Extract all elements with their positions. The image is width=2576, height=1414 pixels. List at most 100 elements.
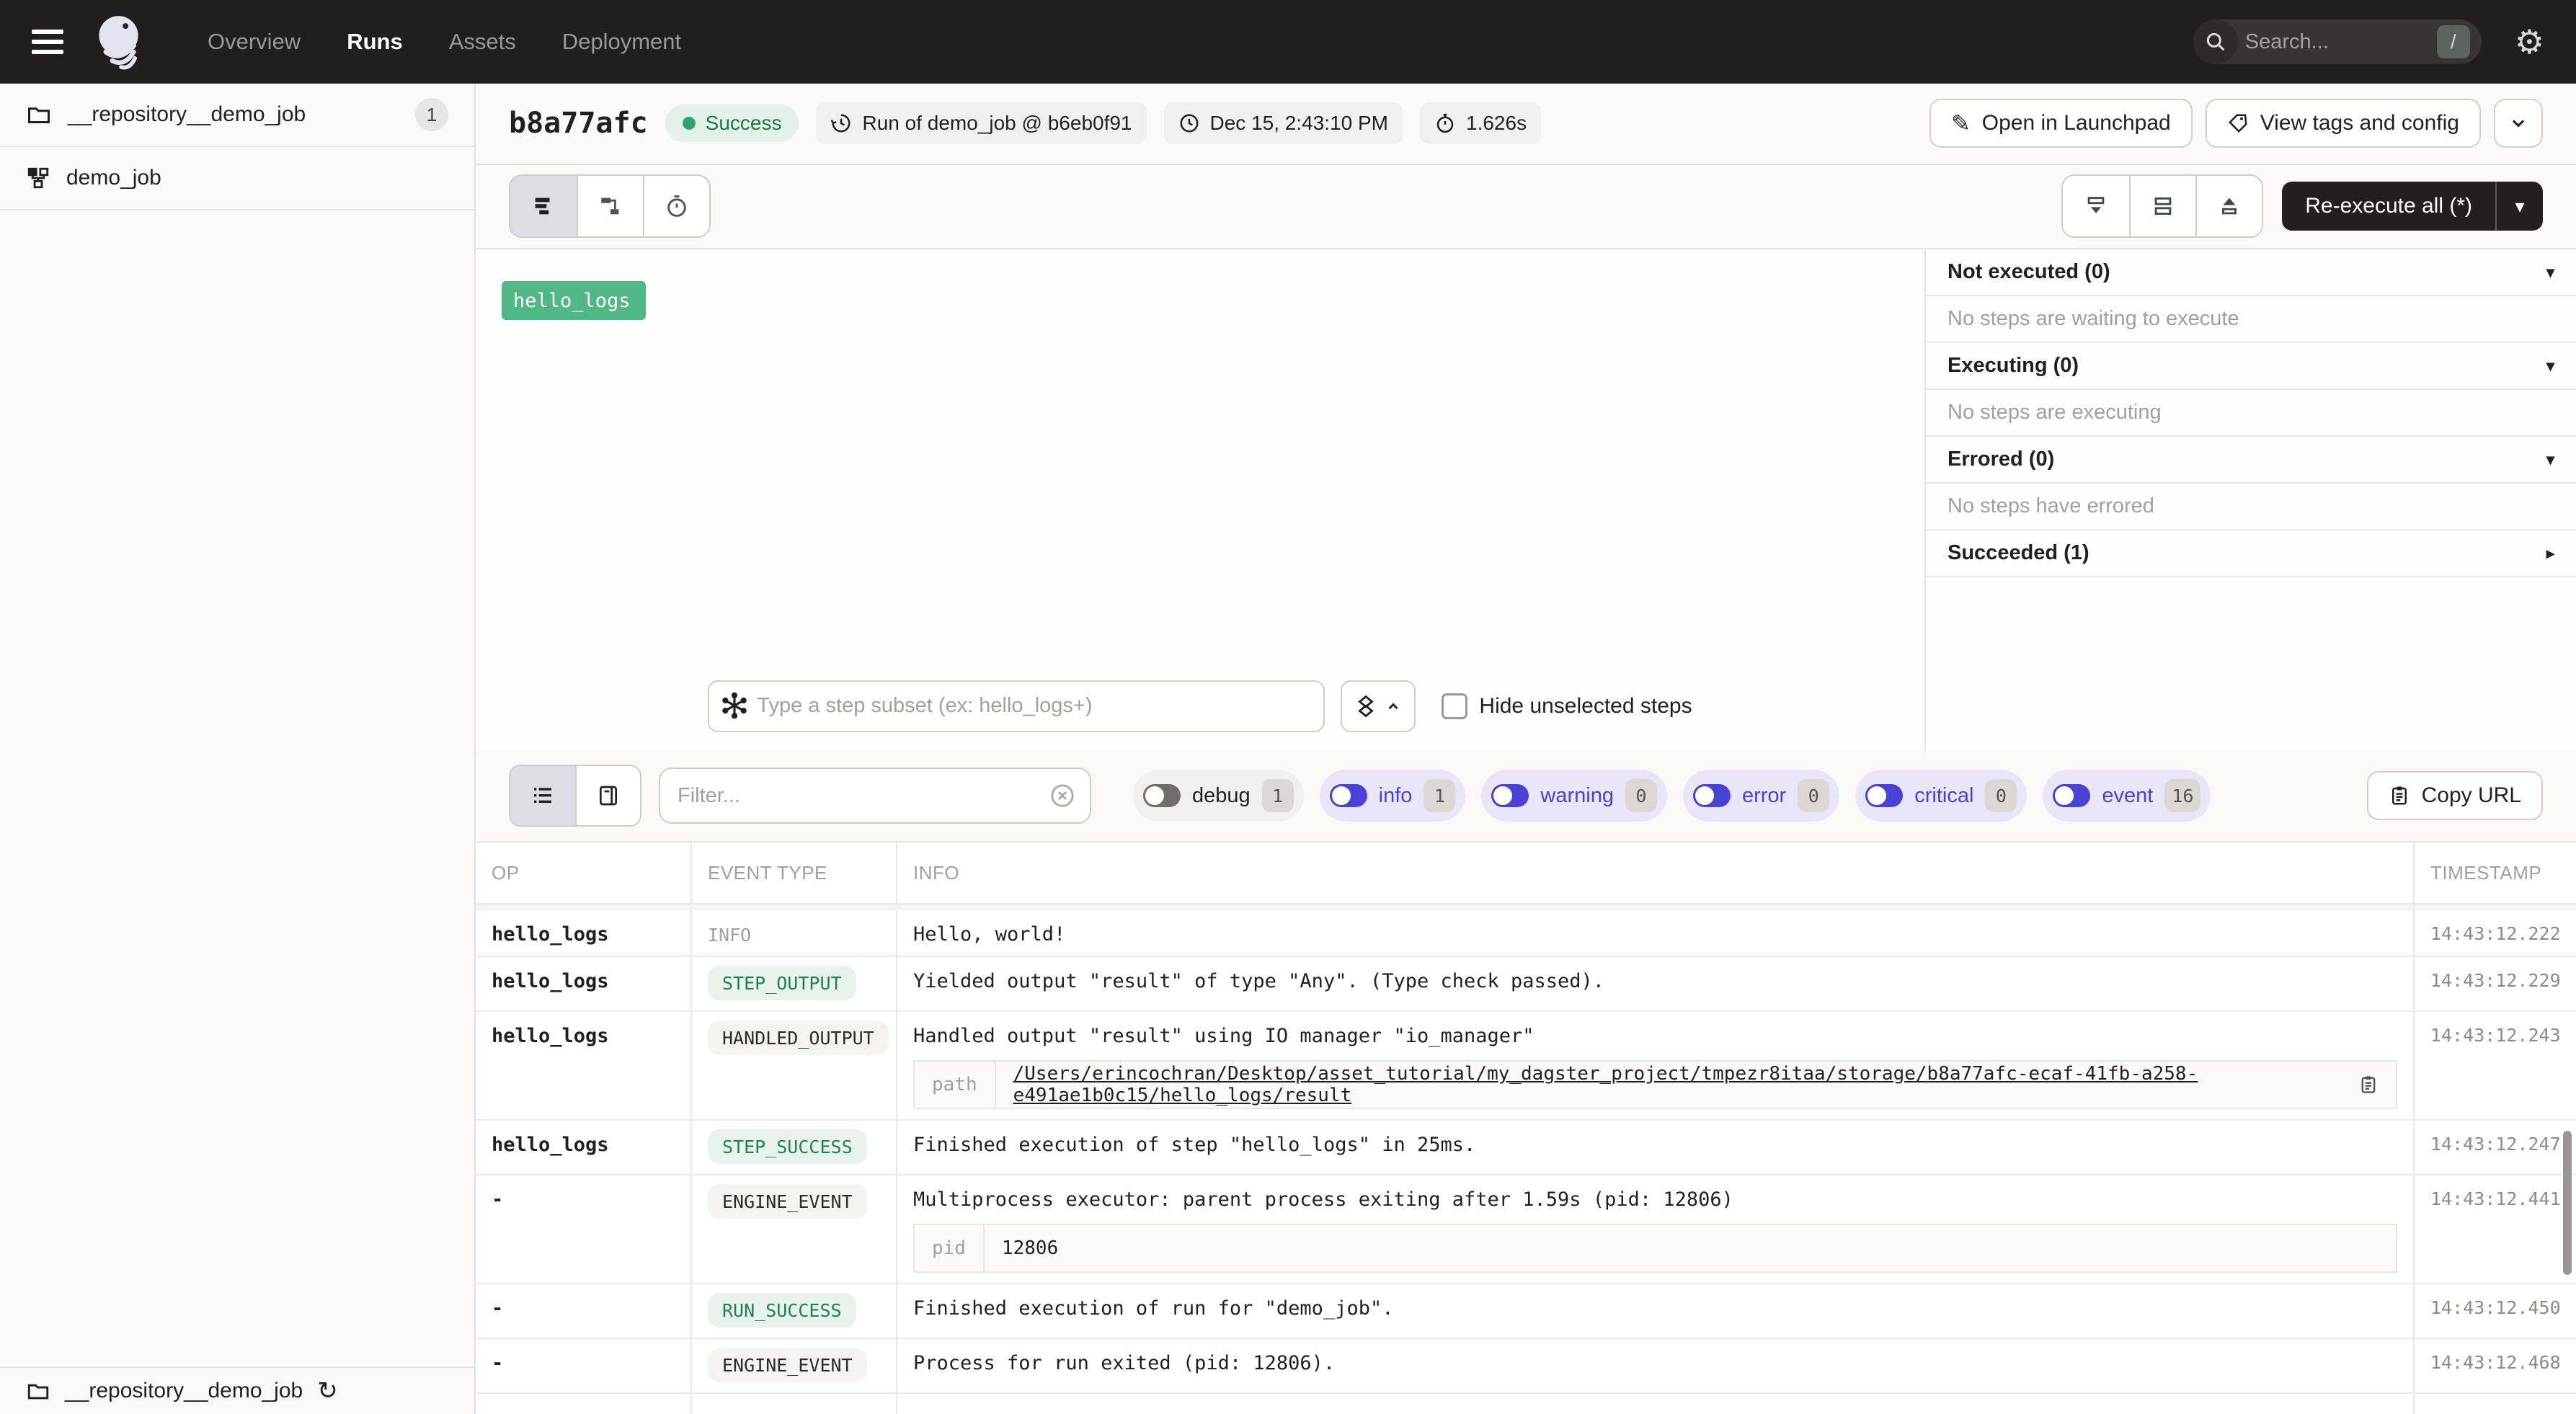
log-timestamp: 14:43:12.247 xyxy=(2413,1121,2576,1174)
section-title: Executing (0) xyxy=(1947,354,2079,378)
log-row[interactable]: hello_logs STEP_SUCCESS Finished executi… xyxy=(476,1121,2576,1175)
sidebar-repo-item[interactable]: __repository__demo_job 1 xyxy=(0,84,474,147)
log-row[interactable]: - ENGINE_EVENT Process for run exited (p… xyxy=(476,1339,2576,1394)
caret-up-icon xyxy=(1384,697,1403,716)
level-toggle-info[interactable]: info 1 xyxy=(1320,770,1466,822)
log-op: hello_logs xyxy=(476,957,692,1010)
nav-item-overview[interactable]: Overview xyxy=(208,29,301,55)
re-execute-label: Re-execute all (*) xyxy=(2282,182,2495,231)
event-type-badge: ENGINE_EVENT xyxy=(708,1184,867,1219)
log-table: OP EVENT TYPE INFO TIMESTAMP hello_logs … xyxy=(476,842,2576,1414)
log-table-view-button[interactable] xyxy=(510,766,575,825)
log-timestamp: 14:43:12.468 xyxy=(2413,1339,2576,1392)
log-row[interactable]: hello_logs HANDLED_OUTPUT Handled output… xyxy=(476,1012,2576,1121)
clear-filter-icon[interactable] xyxy=(1048,781,1077,810)
hide-unselected-label: Hide unselected steps xyxy=(1479,694,1692,719)
menu-icon[interactable] xyxy=(32,30,63,54)
level-toggle-error[interactable]: error 0 xyxy=(1683,770,1839,822)
nav-item-runs[interactable]: Runs xyxy=(347,29,403,55)
graph-query-options-button[interactable] xyxy=(1341,680,1416,732)
expand-bottom-panel-button[interactable] xyxy=(2063,176,2129,236)
log-metadata: path /Users/erincochran/Desktop/asset_tu… xyxy=(913,1060,2397,1109)
event-type-badge: STEP_OUTPUT xyxy=(708,966,856,1000)
level-toggle-event[interactable]: event 16 xyxy=(2043,770,2211,822)
expand-top-panel-button[interactable] xyxy=(2195,176,2262,236)
search-input[interactable]: Search... / xyxy=(2193,19,2482,64)
event-type-label: INFO xyxy=(708,925,751,946)
level-toggle-warning[interactable]: warning 0 xyxy=(1481,770,1667,822)
run-of-tag[interactable]: Run of demo_job @ b6eb0f91 xyxy=(816,102,1146,144)
log-metadata: pid 12806 xyxy=(913,1224,2397,1273)
split-panels-button[interactable] xyxy=(2129,176,2195,236)
open-in-launchpad-button[interactable]: ✎ Open in Launchpad xyxy=(1929,99,2193,148)
gantt-waterfall-view-button[interactable] xyxy=(577,176,643,236)
clipboard-icon xyxy=(2389,785,2410,806)
copy-url-button[interactable]: Copy URL xyxy=(2367,771,2543,820)
status-badge: Success xyxy=(665,105,799,142)
view-tags-config-label: View tags and config xyxy=(2260,111,2459,135)
log-row[interactable]: hello_logs STEP_OUTPUT Yielded output "r… xyxy=(476,957,2576,1012)
triangle-right-icon: ▸ xyxy=(2546,544,2554,563)
gantt-toolbar: Re-execute all (*) ▾ xyxy=(476,165,2576,249)
level-toggle-critical[interactable]: critical 0 xyxy=(1855,770,2027,822)
section-title: Errored (0) xyxy=(1947,448,2054,471)
toggle-switch-icon xyxy=(1491,784,1529,807)
log-op: - xyxy=(476,1175,692,1283)
level-label: info xyxy=(1379,784,1413,808)
level-label: debug xyxy=(1192,784,1251,808)
hide-unselected-checkbox[interactable] xyxy=(1442,693,1467,719)
view-tags-config-button[interactable]: View tags and config xyxy=(2206,99,2481,148)
sidebar-repo-name: __repository__demo_job xyxy=(68,102,306,127)
folder-icon xyxy=(26,1379,50,1403)
run-header: b8a77afc Success Run of demo_job @ b6eb0… xyxy=(476,84,2576,165)
triangle-down-icon: ▾ xyxy=(2546,263,2554,282)
section-errored[interactable]: Errored (0) ▾ xyxy=(1926,437,2576,484)
log-timestamp: 14:43:12.243 xyxy=(2413,1012,2576,1119)
section-not-executed[interactable]: Not executed (0) ▾ xyxy=(1926,249,2576,296)
re-execute-button[interactable]: Re-execute all (*) ▾ xyxy=(2282,182,2543,231)
section-executing[interactable]: Executing (0) ▾ xyxy=(1926,343,2576,390)
copy-path-icon[interactable] xyxy=(2358,1075,2379,1095)
section-succeeded[interactable]: Succeeded (1) ▸ xyxy=(1926,530,2576,577)
log-op: hello_logs xyxy=(476,1012,692,1119)
sidebar: __repository__demo_job 1 demo_job __re xyxy=(0,84,476,1414)
folder-icon xyxy=(26,102,52,128)
dagster-logo[interactable] xyxy=(91,12,151,72)
log-op: hello_logs xyxy=(476,910,692,956)
level-toggle-debug[interactable]: debug 1 xyxy=(1133,770,1304,822)
clock-icon xyxy=(1178,112,1200,134)
header-more-actions-button[interactable] xyxy=(2494,99,2543,148)
level-count-badge: 16 xyxy=(2164,779,2200,812)
log-row[interactable]: - ENGINE_EVENT Multiprocess executor: pa… xyxy=(476,1175,2576,1284)
gantt-step-bar[interactable]: hello_logs xyxy=(502,281,646,320)
nav-item-deployment[interactable]: Deployment xyxy=(562,29,681,55)
log-raw-view-button[interactable] xyxy=(575,766,640,825)
level-label: warning xyxy=(1540,784,1614,808)
vertical-scrollbar[interactable] xyxy=(2563,1131,2572,1275)
nav-item-assets[interactable]: Assets xyxy=(449,29,516,55)
sidebar-job-item[interactable]: demo_job xyxy=(0,147,474,210)
log-row[interactable]: - RUN_SUCCESS Finished execution of run … xyxy=(476,1284,2576,1339)
gantt-timing-view-button[interactable] xyxy=(643,176,709,236)
run-date-tag: Dec 15, 2:43:10 PM xyxy=(1164,102,1403,144)
toggle-switch-icon xyxy=(1693,784,1731,807)
log-filter-input[interactable] xyxy=(659,768,1091,824)
log-message: Process for run exited (pid: 12806). xyxy=(913,1352,2397,1374)
log-timestamp: 14:43:12.222 xyxy=(2413,910,2576,956)
refresh-icon[interactable]: ↻ xyxy=(317,1379,338,1403)
gear-icon[interactable]: ⚙ xyxy=(2515,25,2544,58)
step-subset-input[interactable] xyxy=(708,680,1325,732)
level-count-badge: 0 xyxy=(1985,779,2017,812)
level-label: error xyxy=(1742,784,1786,808)
metadata-path-link[interactable]: /Users/erincochran/Desktop/asset_tutoria… xyxy=(1013,1063,2345,1106)
search-icon xyxy=(2193,19,2238,64)
search-placeholder: Search... xyxy=(2245,30,2437,54)
log-row[interactable]: hello_logs INFO Hello, world! 14:43:12.2… xyxy=(476,910,2576,957)
split-panel-icon xyxy=(2151,194,2175,218)
gantt-flat-view-button[interactable] xyxy=(510,176,577,236)
re-execute-caret-button[interactable]: ▾ xyxy=(2497,182,2543,231)
log-timestamp: 14:43:12.229 xyxy=(2413,957,2576,1010)
toggle-switch-icon xyxy=(2053,784,2090,807)
column-header-timestamp: TIMESTAMP xyxy=(2413,842,2576,903)
metadata-key: path xyxy=(915,1062,996,1108)
